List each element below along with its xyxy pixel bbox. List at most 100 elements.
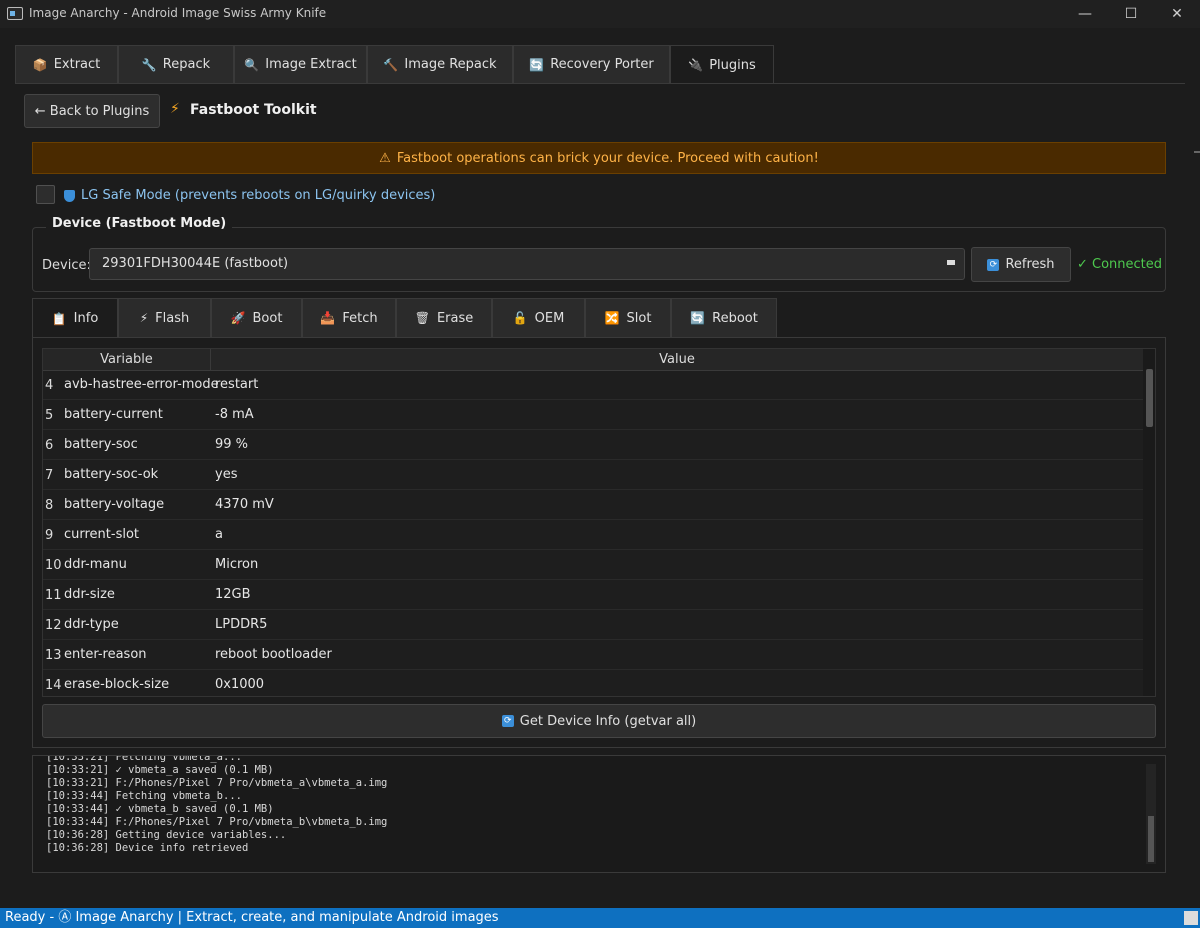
back-to-plugins-button[interactable]: ← Back to Plugins (24, 94, 160, 128)
tab-image-repack[interactable]: 🔨 Image Repack (367, 45, 513, 83)
shield-icon (64, 189, 75, 202)
tab-label: Info (73, 311, 99, 326)
tab-info[interactable]: 📋 Info (32, 298, 118, 338)
tab-flash[interactable]: ⚡ Flash (118, 298, 211, 337)
tab-oem[interactable]: 🔓 OEM (492, 298, 585, 337)
lightning-icon: ⚡ (170, 101, 180, 117)
table-row[interactable]: 14 erase-block-size 0x1000 (43, 670, 1143, 696)
lightning-icon: ⚡ (139, 311, 149, 325)
row-number: 13 (45, 648, 62, 663)
device-group-title: Device (Fastboot Mode) (46, 216, 233, 231)
lg-safe-mode-text: LG Safe Mode (prevents reboots on LG/qui… (81, 188, 436, 203)
get-device-info-button[interactable]: ⟳ Get Device Info (getvar all) (42, 704, 1156, 738)
tab-label: Plugins (709, 57, 756, 73)
table-row[interactable]: 10 ddr-manu Micron (43, 550, 1143, 580)
table-row[interactable]: 9 current-slot a (43, 520, 1143, 550)
value-cell: restart (215, 377, 259, 392)
row-number: 5 (45, 408, 54, 423)
table-row[interactable]: 11 ddr-size 12GB (43, 580, 1143, 610)
variable-cell: battery-voltage (64, 497, 165, 512)
tab-recovery-porter[interactable]: 🔄 Recovery Porter (513, 45, 670, 83)
log-line: [10:33:44] Fetching vbmeta_b... (46, 790, 242, 802)
log-line: [10:36:28] Device info retrieved (46, 842, 249, 854)
tab-fetch[interactable]: 📥 Fetch (302, 298, 396, 337)
tab-plugins[interactable]: 🔌 Plugins (670, 45, 774, 84)
column-header-variable[interactable]: Variable (43, 349, 211, 370)
lg-safe-mode-checkbox[interactable] (36, 185, 55, 204)
row-number: 6 (45, 438, 54, 453)
refresh-label: Refresh (1005, 257, 1055, 272)
variables-table[interactable]: Variable Value 4 avb-hastree-error-mode re… (42, 348, 1156, 697)
tab-repack[interactable]: 🔧 Repack (118, 45, 234, 83)
table-row[interactable]: 4 avb-hastree-error-mode restart (43, 370, 1143, 400)
log-scrollbar[interactable] (1146, 764, 1156, 864)
refresh-icon: 🔄 (529, 57, 545, 72)
value-cell: a (215, 527, 223, 542)
minimize-button[interactable]: — (1062, 0, 1108, 28)
tab-reboot[interactable]: 🔄 Reboot (671, 298, 777, 337)
value-cell: 99 % (215, 437, 249, 452)
variable-cell: current-slot (64, 527, 140, 542)
page-title: Fastboot Toolkit (190, 102, 317, 118)
refresh-icon: ⟳ (987, 258, 1000, 271)
connection-status: ✓ Connected (1077, 257, 1163, 272)
table-row[interactable]: 8 battery-voltage 4370 mV (43, 490, 1143, 520)
close-button[interactable]: ✕ (1154, 0, 1200, 28)
variable-cell: erase-block-size (64, 677, 170, 692)
table-scrollbar[interactable] (1143, 349, 1155, 696)
magnifier-icon: 🔍 (244, 57, 260, 72)
table-row[interactable]: 7 battery-soc-ok yes (43, 460, 1143, 490)
tab-label: OEM (534, 310, 565, 326)
status-bar: Ready - Ⓐ Image Anarchy | Extract, creat… (0, 908, 1200, 928)
variable-cell: ddr-size (64, 587, 115, 602)
tab-label: Image Extract (265, 57, 357, 72)
value-cell: -8 mA (215, 407, 254, 422)
refresh-button[interactable]: ⟳ Refresh (971, 247, 1071, 282)
tab-label: Flash (155, 310, 190, 326)
lg-safe-mode-label[interactable]: LG Safe Mode (prevents reboots on LG/qui… (64, 188, 435, 203)
log-scrollbar-thumb[interactable] (1148, 816, 1154, 862)
maximize-button[interactable]: ☐ (1108, 0, 1154, 28)
value-cell: reboot bootloader (215, 647, 332, 662)
log-line: [10:33:21] Fetching vbmeta_a... (46, 755, 242, 763)
table-header: Variable Value (43, 349, 1143, 371)
log-line: [10:33:21] F:/Phones/Pixel 7 Pro/vbmeta_… (46, 777, 388, 789)
row-number: 11 (45, 588, 62, 603)
title-bar: Image Anarchy - Android Image Swiss Army… (0, 0, 1200, 28)
variable-cell: avb-hastree-error-mode (64, 377, 219, 392)
value-cell: 4370 mV (215, 497, 274, 512)
resize-grip[interactable] (1184, 911, 1198, 925)
tab-extract[interactable]: 📦 Extract (15, 45, 118, 83)
row-number: 4 (45, 378, 54, 393)
status-text: Ready - Ⓐ Image Anarchy | Extract, creat… (5, 910, 499, 925)
tab-boot[interactable]: 🚀 Boot (211, 298, 302, 337)
tab-image-extract[interactable]: 🔍 Image Extract (234, 45, 367, 83)
variable-cell: ddr-type (64, 617, 119, 632)
device-select-value: 29301FDH30044E (fastboot) (102, 256, 289, 271)
tab-erase[interactable]: 🗑 Erase (396, 298, 492, 337)
row-number: 9 (45, 528, 54, 543)
tab-label: Recovery Porter (550, 57, 654, 72)
table-row[interactable]: 5 battery-current -8 mA (43, 400, 1143, 430)
hammer-icon: 🔨 (383, 57, 399, 72)
table-row[interactable]: 13 enter-reason reboot bootloader (43, 640, 1143, 670)
log-line: [10:33:44] F:/Phones/Pixel 7 Pro/vbmeta_… (46, 816, 388, 828)
column-header-value[interactable]: Value (211, 349, 1143, 370)
device-select[interactable]: 29301FDH30044E (fastboot) (89, 248, 965, 280)
table-row[interactable]: 6 battery-soc 99 % (43, 430, 1143, 460)
warning-icon: ⚠ (379, 150, 391, 166)
tab-label: Reboot (712, 310, 758, 326)
table-row[interactable]: 12 ddr-type LPDDR5 (43, 610, 1143, 640)
variable-cell: battery-soc (64, 437, 138, 452)
value-cell: LPDDR5 (215, 617, 268, 632)
value-cell: Micron (215, 557, 259, 572)
rocket-icon: 🚀 (230, 311, 246, 325)
variable-cell: battery-current (64, 407, 163, 422)
log-output[interactable]: [10:33:21] Fetching vbmeta_a... [10:33:21… (32, 755, 1166, 873)
tab-label: Erase (436, 310, 474, 326)
table-scrollbar-thumb[interactable] (1146, 369, 1153, 427)
tab-slot[interactable]: 🔀 Slot (585, 298, 671, 337)
row-number: 14 (45, 678, 62, 693)
value-cell: 0x1000 (215, 677, 265, 692)
row-number: 12 (45, 618, 62, 633)
